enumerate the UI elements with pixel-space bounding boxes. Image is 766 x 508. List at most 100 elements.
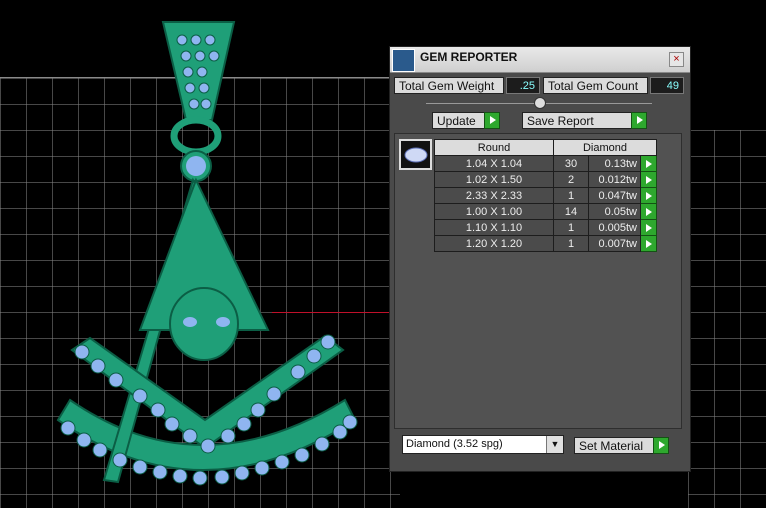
pendant-gem-stone [60, 420, 76, 436]
pendant-gem-stone [180, 50, 192, 62]
pendant-gem-stone [320, 334, 336, 350]
play-arrow-icon[interactable] [640, 235, 657, 252]
table-row[interactable]: 1.20 X 1.20 1 0.007tw [434, 235, 657, 252]
gem-count: 30 [553, 155, 589, 172]
gem-weight: 0.005tw [588, 219, 641, 236]
play-arrow-icon [484, 112, 500, 129]
gem-table: Round Diamond 1.04 X 1.04 30 0.13tw 1.02 X … [434, 139, 657, 252]
gem-reporter-window[interactable]: GEM REPORTER × Total Gem Weight .25 Tota… [389, 46, 691, 472]
table-row[interactable]: 2.33 X 2.33 1 0.047tw [434, 187, 657, 204]
gem-size: 2.33 X 2.33 [434, 187, 554, 204]
splitter-handle[interactable] [534, 97, 546, 109]
gem-count: 1 [553, 235, 589, 252]
save-report-button[interactable]: Save Report [522, 112, 647, 129]
gem-count: 14 [553, 203, 589, 220]
pendant-gem-stone [164, 416, 180, 432]
pendant-gem-stone [314, 436, 330, 452]
pendant-gem-stone [208, 50, 220, 62]
table-row[interactable]: 1.10 X 1.10 1 0.005tw [434, 219, 657, 236]
pendant-gem-stone [74, 344, 90, 360]
gem-weight: 0.05tw [588, 203, 641, 220]
pendant-gem-stone [200, 438, 216, 454]
pendant-gem-stone [266, 386, 282, 402]
table-row[interactable]: 1.02 X 1.50 2 0.012tw [434, 171, 657, 188]
pendant-gem-stone [90, 358, 106, 374]
pendant-top-gem-stone [186, 156, 206, 176]
pendant-gem-stone [182, 66, 194, 78]
table-row[interactable]: 1.00 X 1.00 14 0.05tw [434, 203, 657, 220]
pendant-gem-stone [220, 428, 236, 444]
pendant-gem-stone [176, 34, 188, 46]
pendant-gem-stone [188, 98, 200, 110]
gem-size: 1.10 X 1.10 [434, 219, 554, 236]
pendant-gem-stone [250, 402, 266, 418]
pendant-face-eye-right [216, 317, 230, 327]
pendant-gem-stone [290, 364, 306, 380]
play-arrow-icon[interactable] [640, 171, 657, 188]
gem-size: 1.20 X 1.20 [434, 235, 554, 252]
total-gem-weight-label: Total Gem Weight [394, 77, 504, 94]
pendant-ring [170, 116, 222, 156]
pendant-gem-stone [234, 465, 250, 481]
play-arrow-icon[interactable] [640, 219, 657, 236]
play-arrow-icon[interactable] [640, 187, 657, 204]
material-select-value: Diamond (3.52 spg) [406, 438, 503, 450]
table-row[interactable]: 1.04 X 1.04 30 0.13tw [434, 155, 657, 172]
gem-weight: 0.012tw [588, 171, 641, 188]
total-gem-count-label: Total Gem Count [543, 77, 648, 94]
pendant-gem-stone [112, 452, 128, 468]
chevron-down-icon[interactable]: ▼ [546, 436, 563, 453]
pendant-model[interactable] [0, 0, 400, 508]
pendant-gem-stone [190, 34, 202, 46]
pendant-gem-stone [192, 470, 208, 486]
pendant-gem-stone [150, 402, 166, 418]
material-select[interactable]: Diamond (3.52 spg) ▼ [402, 435, 564, 454]
gem-count: 1 [553, 187, 589, 204]
gem-weight: 0.047tw [588, 187, 641, 204]
gem-count: 1 [553, 219, 589, 236]
gem-size: 1.02 X 1.50 [434, 171, 554, 188]
set-material-button-label: Set Material [579, 439, 644, 453]
gem-reporter-app-icon [392, 49, 415, 72]
play-arrow-icon[interactable] [640, 203, 657, 220]
gem-weight: 0.13tw [588, 155, 641, 172]
pendant-gem-stone [194, 50, 206, 62]
title-bar[interactable]: GEM REPORTER × [390, 47, 690, 73]
play-arrow-icon[interactable] [640, 155, 657, 172]
grid-floor-right [688, 130, 766, 508]
total-gem-weight-value: .25 [506, 77, 540, 94]
pendant-gem-stone [236, 416, 252, 432]
total-gem-count-value: 49 [650, 77, 684, 94]
column-header-shape: Round [434, 139, 554, 156]
pendant-gem-stone [306, 348, 322, 364]
column-header-material: Diamond [553, 139, 657, 156]
set-material-button[interactable]: Set Material [574, 437, 669, 454]
save-report-button-label: Save Report [527, 114, 594, 128]
pendant-gem-stone [254, 460, 270, 476]
play-arrow-icon [631, 112, 647, 129]
play-arrow-icon [653, 437, 669, 454]
pendant-face-eye-left [183, 317, 197, 327]
pendant-gem-stone [108, 372, 124, 388]
update-button-label: Update [437, 114, 476, 128]
pendant-gem-stone [294, 447, 310, 463]
pendant-gem-stone [172, 468, 188, 484]
pendant-gem-stone [198, 82, 210, 94]
gem-size: 1.00 X 1.00 [434, 203, 554, 220]
close-button[interactable]: × [669, 52, 684, 67]
window-title: GEM REPORTER [420, 50, 518, 64]
pendant-gem-stone [92, 442, 108, 458]
gem-size: 1.04 X 1.04 [434, 155, 554, 172]
pendant-gem-stone [274, 454, 290, 470]
pendant-gem-stone [76, 432, 92, 448]
update-button[interactable]: Update [432, 112, 500, 129]
pendant-gem-stone [152, 464, 168, 480]
pendant-gem-stone [132, 388, 148, 404]
gem-weight: 0.007tw [588, 235, 641, 252]
gem-count: 2 [553, 171, 589, 188]
pendant-gem-stone [200, 98, 212, 110]
round-gem-icon[interactable] [399, 139, 432, 170]
pendant-gem-stone [182, 428, 198, 444]
pendant-gem-stone [196, 66, 208, 78]
pendant-gem-stone [214, 469, 230, 485]
